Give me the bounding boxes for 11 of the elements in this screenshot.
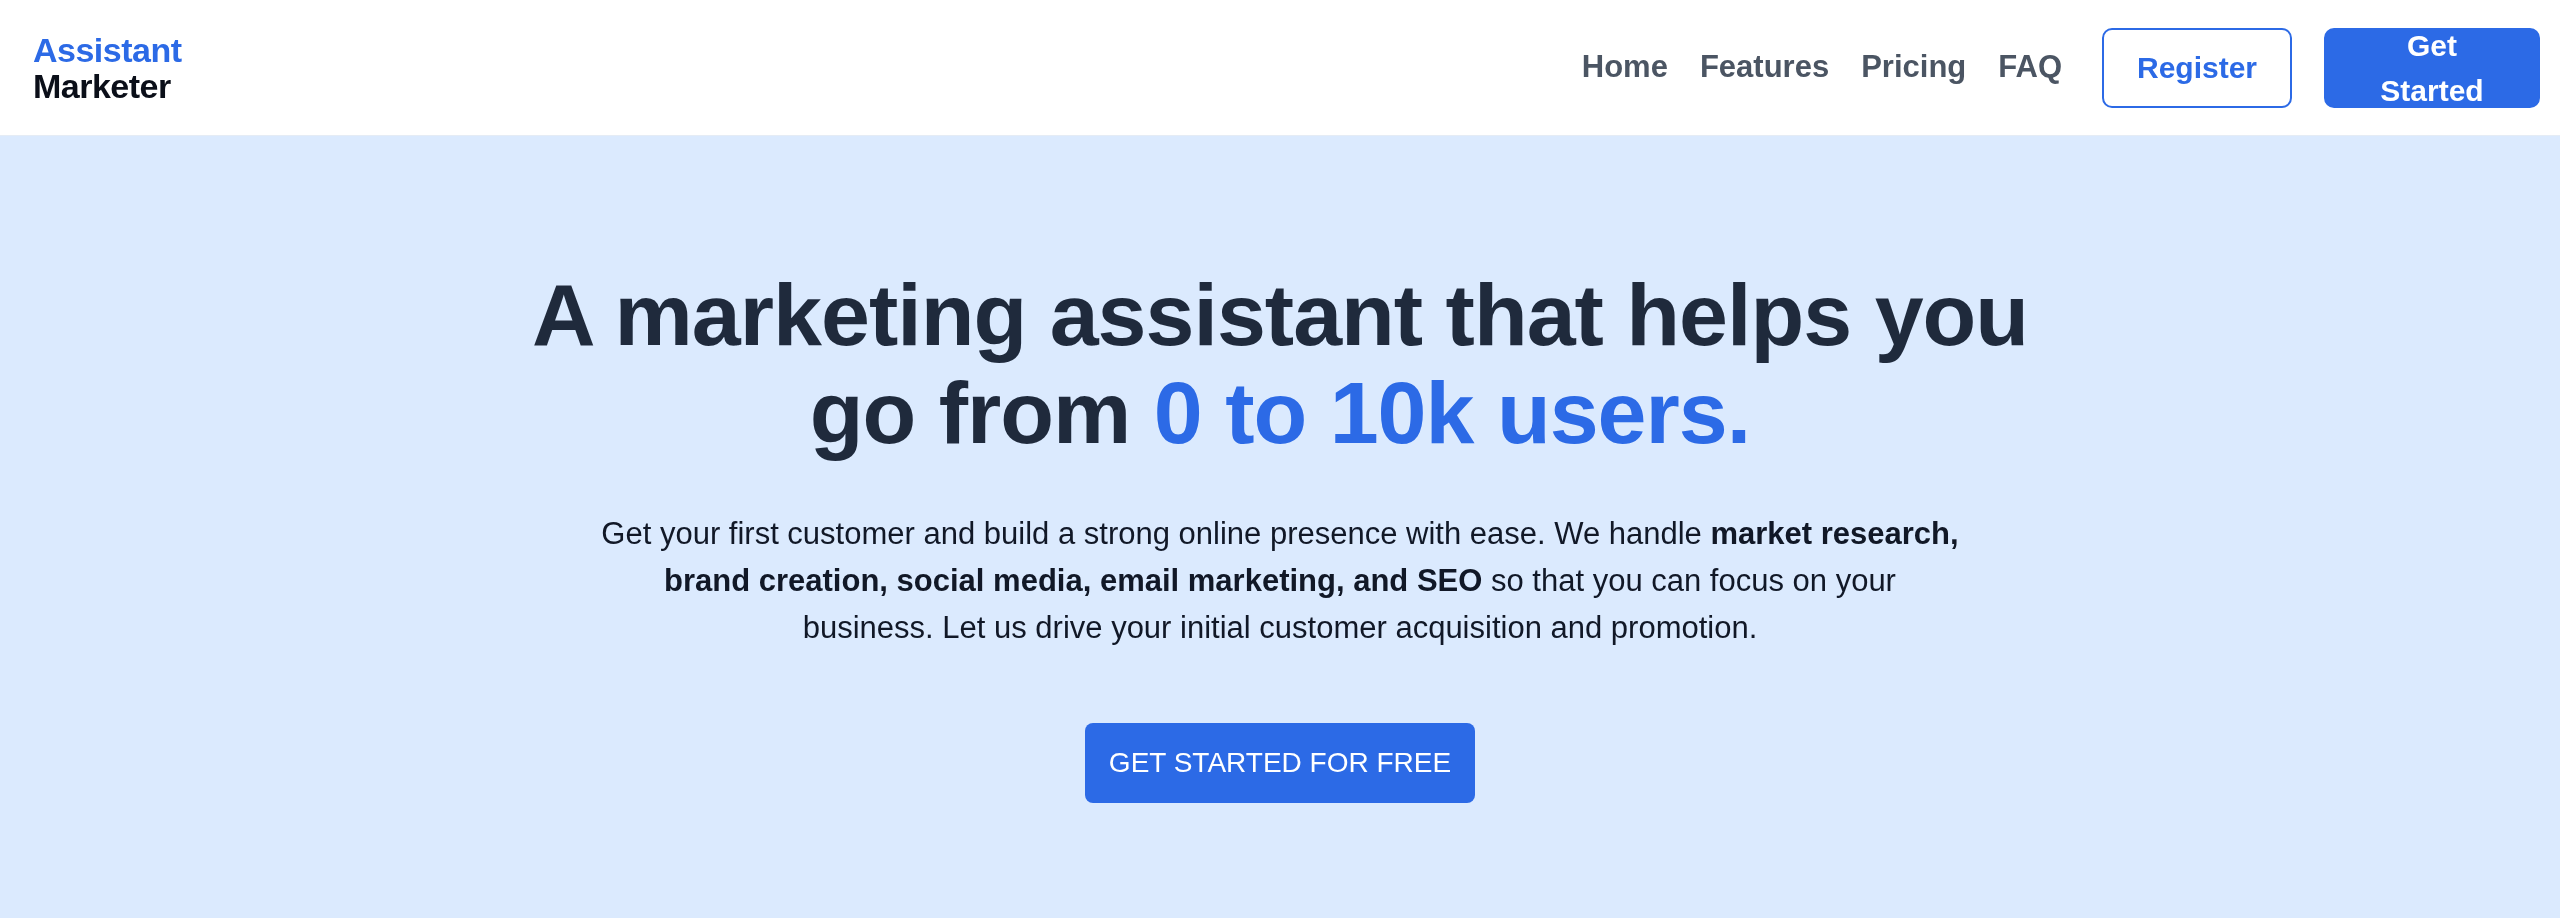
logo-text: Assistant [33, 32, 182, 67]
nav-link[interactable]: FAQ [1998, 44, 2062, 91]
nav-link[interactable]: Pricing [1861, 44, 1967, 91]
hero-headline: A marketing assistant that helps you go from 0 to 10k users. [530, 266, 2030, 462]
hero-description: Get your first customer and build a strong online presence with ease. We handle market research, brand creation, social media, email marketing, and SEO so that you can focus on your business. Let us drive your initial customer acquisition and promotion. [600, 515, 1960, 647]
logo-text: Marketer [33, 68, 172, 103]
register-button[interactable]: Register [2102, 27, 2292, 108]
get-started-button[interactable]: GET STARTED FOR FREE [1085, 723, 1475, 803]
get-started-button[interactable]: Get Started [2324, 27, 2540, 108]
nav-link[interactable]: Home [1581, 44, 1668, 91]
nav-link[interactable]: Features [1699, 44, 1830, 91]
